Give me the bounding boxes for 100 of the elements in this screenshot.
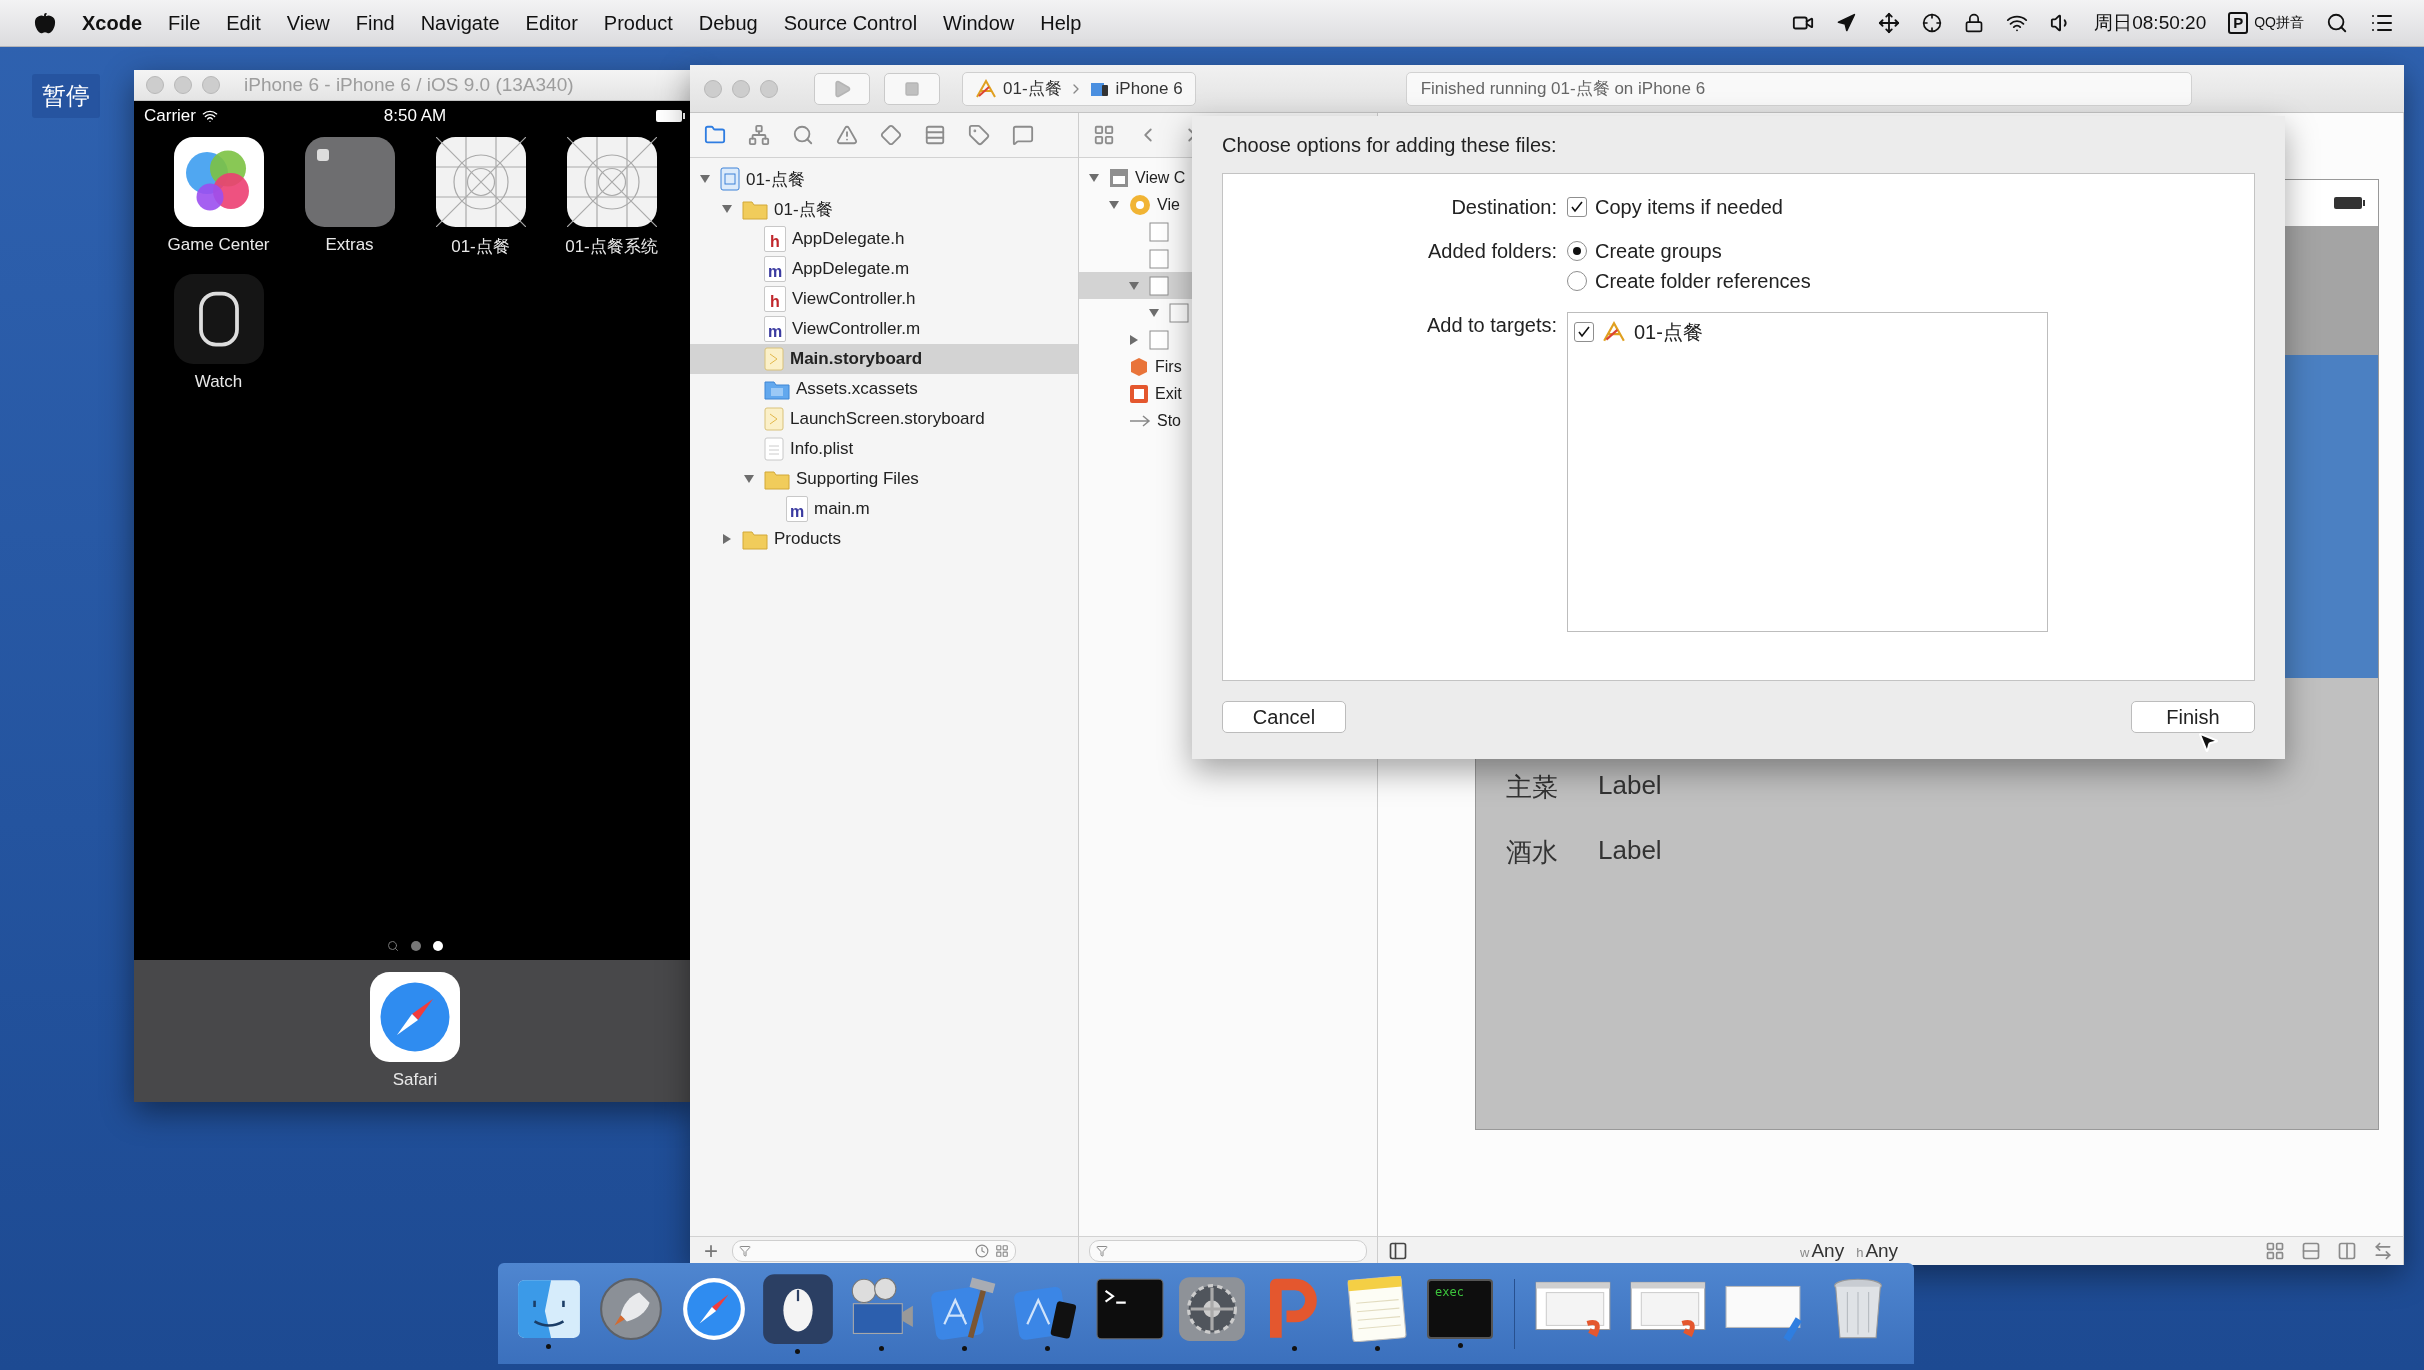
disclosure-triangle[interactable] — [699, 173, 711, 185]
folder-icon — [742, 198, 768, 220]
warning-icon[interactable] — [836, 124, 858, 146]
gear-icon[interactable] — [1178, 1276, 1247, 1342]
disclosure-triangle[interactable] — [721, 533, 733, 545]
sidebar-toggle-icon[interactable] — [1388, 1241, 1408, 1261]
search-icon[interactable] — [2326, 12, 2348, 34]
menu-item[interactable]: Xcode — [82, 11, 143, 35]
file-row[interactable]: m AppDelegate.m — [690, 254, 1078, 284]
file-row[interactable]: 01-点餐 — [690, 164, 1078, 194]
menu-item[interactable]: Source Control — [783, 11, 918, 35]
arrows-icon[interactable] — [2373, 1241, 2393, 1261]
finder-icon[interactable] — [515, 1278, 582, 1340]
diamond-icon[interactable] — [880, 124, 902, 146]
lock-icon[interactable] — [1964, 13, 1985, 33]
tools-icon — [975, 78, 997, 99]
input-method-badge[interactable]: P — [2228, 12, 2249, 34]
list-icon[interactable] — [924, 124, 946, 146]
file-row[interactable]: h AppDelegate.h — [690, 224, 1078, 254]
size-class-axis: w — [1800, 1245, 1810, 1260]
menu-item[interactable]: Debug — [698, 11, 758, 35]
size-class-value[interactable]: Any — [1811, 1240, 1845, 1262]
radio-button[interactable] — [1567, 241, 1587, 261]
outline-row[interactable]: View C — [1079, 164, 1377, 191]
compass-icon[interactable] — [680, 1276, 747, 1342]
disclosure-triangle[interactable] — [1128, 333, 1140, 346]
console-icon[interactable]: exec — [1427, 1279, 1493, 1339]
outline-row[interactable]: Firs — [1079, 353, 1377, 380]
crosshair-icon[interactable] — [1922, 13, 1943, 33]
menu-item[interactable]: Find — [355, 11, 395, 35]
scheme-selector[interactable]: 01-点餐 iPhone 6 — [962, 71, 1196, 106]
rows-icon[interactable] — [2301, 1241, 2321, 1261]
outline-row[interactable]: Sto — [1079, 407, 1377, 434]
file-row[interactable]: Main.storyboard — [690, 344, 1078, 374]
hierarchy-icon[interactable] — [748, 124, 770, 146]
menu-item[interactable]: Help — [1040, 11, 1082, 35]
disclosure-triangle[interactable] — [743, 473, 755, 485]
file-row[interactable]: Products — [690, 524, 1078, 554]
location-icon[interactable] — [1836, 13, 1857, 33]
view-icon — [1149, 221, 1169, 242]
file-row[interactable]: Supporting Files — [690, 464, 1078, 494]
watch-icon[interactable] — [173, 274, 264, 364]
tag-icon[interactable] — [968, 124, 990, 146]
app-grid-icon[interactable] — [566, 137, 657, 227]
terminal-icon[interactable] — [1095, 1278, 1164, 1340]
mouse-icon[interactable] — [761, 1273, 834, 1345]
disclosure-triangle[interactable] — [721, 203, 733, 215]
file-row[interactable]: Info.plist — [690, 434, 1078, 464]
folder-icon[interactable] — [704, 124, 726, 146]
bubbles-icon[interactable] — [173, 137, 264, 227]
disclosure-triangle[interactable] — [1108, 198, 1120, 211]
cursor-icon — [2196, 730, 2220, 754]
dialog-button[interactable]: Finish — [2131, 701, 2255, 733]
file-row[interactable]: m ViewController.m — [690, 314, 1078, 344]
grid-icon[interactable] — [995, 1244, 1009, 1258]
add-button[interactable]: + — [700, 1239, 722, 1263]
menu-clock[interactable]: 周日08:50:20 — [2094, 10, 2207, 36]
menu-item[interactable]: Edit — [226, 11, 261, 35]
page-dot[interactable] — [433, 941, 443, 951]
size-class-value[interactable]: Any — [1865, 1240, 1899, 1262]
file-icon: h — [764, 286, 786, 312]
menu-item[interactable]: Window — [943, 11, 1015, 35]
filter-field[interactable] — [1089, 1240, 1367, 1262]
view-controller-icon — [1129, 193, 1151, 216]
menu-item[interactable]: Editor — [525, 11, 578, 35]
speech-bubble-icon[interactable] — [1012, 124, 1034, 146]
filter-field[interactable] — [732, 1240, 1016, 1262]
checkbox[interactable] — [1574, 322, 1594, 342]
dialog-button[interactable]: Cancel — [1222, 701, 1346, 733]
outline-row[interactable]: Vie — [1079, 191, 1377, 218]
move-icon[interactable] — [1878, 12, 1901, 34]
file-row[interactable]: LaunchScreen.storyboard — [690, 404, 1078, 434]
file-row[interactable]: Assets.xcassets — [690, 374, 1078, 404]
file-row[interactable]: m main.m — [690, 494, 1078, 524]
clock-icon[interactable] — [975, 1244, 989, 1258]
disclosure-triangle[interactable] — [1088, 171, 1100, 184]
folder-app-icon[interactable] — [304, 137, 395, 227]
file-icon: m — [764, 316, 786, 342]
folder-icon — [764, 468, 790, 490]
radio-button[interactable] — [1567, 271, 1587, 291]
rocket-icon[interactable] — [598, 1276, 665, 1342]
page-dot[interactable] — [411, 941, 421, 951]
play-icon — [832, 78, 852, 99]
grid-icon[interactable] — [1093, 124, 1115, 146]
compass-icon[interactable] — [370, 972, 460, 1062]
file-row[interactable]: h ViewController.h — [690, 284, 1078, 314]
disclosure-triangle[interactable] — [1128, 279, 1140, 292]
outline-row[interactable]: Exit — [1079, 380, 1377, 407]
menu-item[interactable]: File — [168, 11, 201, 35]
menu-item[interactable]: View — [286, 11, 330, 35]
menu-item[interactable]: Navigate — [420, 11, 500, 35]
checkbox[interactable] — [1567, 197, 1587, 217]
disclosure-triangle[interactable] — [1148, 306, 1160, 319]
grid-icon[interactable] — [2265, 1241, 2285, 1261]
menu-item[interactable]: Product — [603, 11, 673, 35]
apple-icon[interactable] — [34, 12, 56, 34]
columns-icon[interactable] — [2337, 1241, 2357, 1261]
app-grid-icon[interactable] — [435, 137, 526, 227]
file-row[interactable]: 01-点餐 — [690, 194, 1078, 224]
view-icon — [1149, 329, 1169, 350]
